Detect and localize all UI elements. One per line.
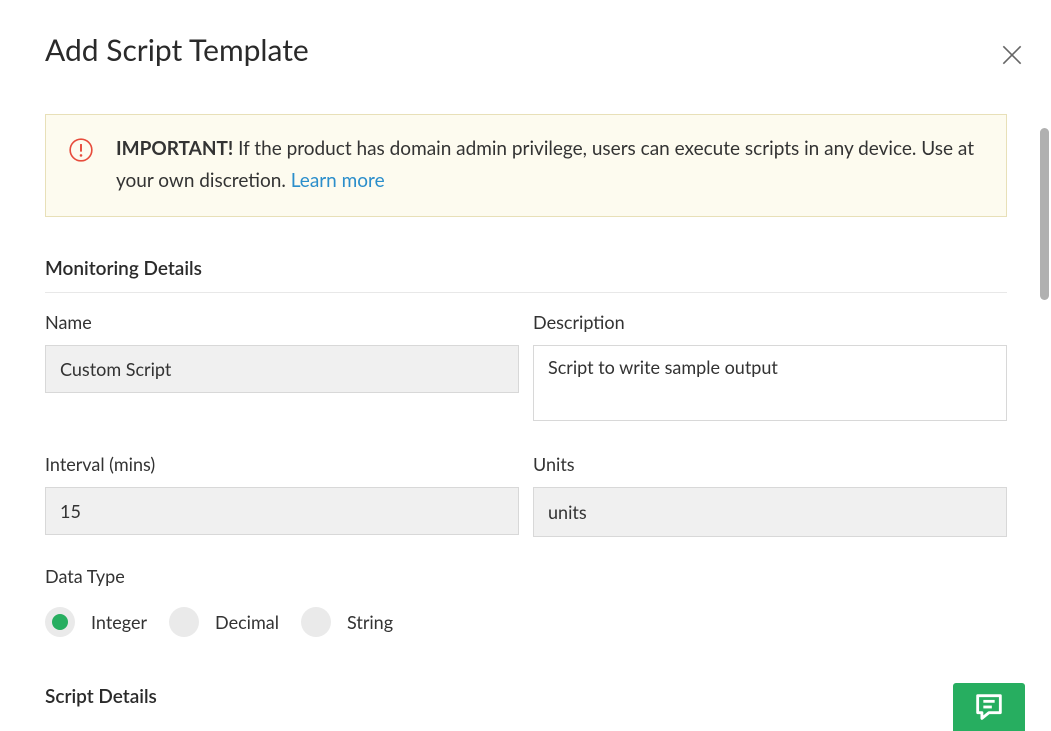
name-input[interactable] <box>45 345 519 393</box>
radio-string-label: String <box>347 611 393 633</box>
radio-string[interactable]: String <box>301 607 393 637</box>
datatype-radio-group: Integer Decimal String <box>45 607 1019 637</box>
chat-icon <box>972 690 1006 724</box>
radio-decimal[interactable]: Decimal <box>169 607 279 637</box>
datatype-label: Data Type <box>45 565 1019 587</box>
alert-banner: IMPORTANT! If the product has domain adm… <box>45 114 1007 217</box>
radio-integer[interactable]: Integer <box>45 607 147 637</box>
alert-body: If the product has domain admin privileg… <box>116 137 974 192</box>
warning-icon <box>68 137 94 163</box>
alert-text: IMPORTANT! If the product has domain adm… <box>116 133 984 198</box>
section-divider <box>45 292 1007 293</box>
radio-integer-label: Integer <box>91 611 147 633</box>
page-title: Add Script Template <box>45 32 309 68</box>
radio-icon <box>169 607 199 637</box>
name-label: Name <box>45 311 519 333</box>
radio-icon <box>45 607 75 637</box>
close-button[interactable] <box>995 38 1029 76</box>
section-monitoring-title: Monitoring Details <box>45 257 1019 280</box>
units-label: Units <box>533 453 1007 475</box>
interval-input[interactable] <box>45 487 519 535</box>
section-script-title: Script Details <box>45 685 1019 708</box>
radio-decimal-label: Decimal <box>215 611 279 633</box>
radio-icon <box>301 607 331 637</box>
alert-strong: IMPORTANT! <box>116 137 233 160</box>
scrollbar-thumb[interactable] <box>1040 128 1049 300</box>
units-input[interactable] <box>533 487 1007 537</box>
description-input[interactable]: Script to write sample output <box>533 345 1007 421</box>
close-icon <box>999 42 1025 68</box>
learn-more-link[interactable]: Learn more <box>291 169 385 192</box>
description-label: Description <box>533 311 1007 333</box>
chat-button[interactable] <box>953 683 1025 731</box>
interval-label: Interval (mins) <box>45 453 519 475</box>
